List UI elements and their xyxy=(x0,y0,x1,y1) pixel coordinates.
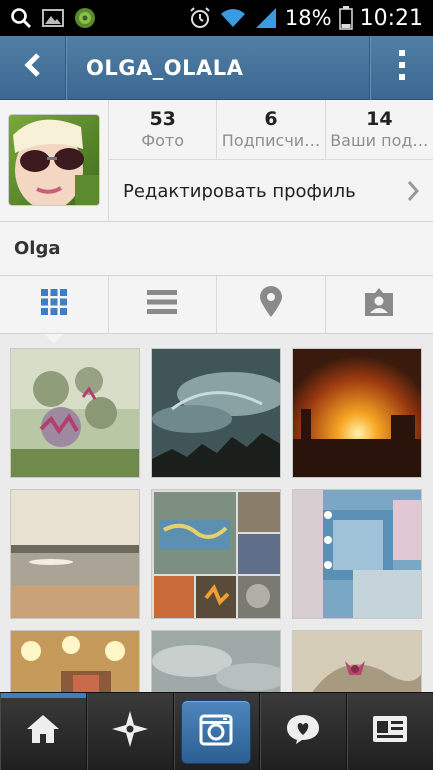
alarm-icon xyxy=(188,6,212,30)
photo-thumbnail-lake[interactable] xyxy=(10,489,140,619)
nav-camera[interactable] xyxy=(174,693,261,770)
nav-profile[interactable] xyxy=(347,693,433,770)
stat-following-count: 14 xyxy=(366,107,393,130)
photo-thumbnail-sunset[interactable] xyxy=(292,348,422,478)
bottom-navigation xyxy=(0,692,433,770)
battery-icon xyxy=(338,6,353,30)
battery-percent: 18% xyxy=(284,6,332,30)
photo-thumbnail-clouds[interactable] xyxy=(151,630,281,692)
edit-profile-button[interactable]: Редактировать профиль xyxy=(108,160,433,222)
home-icon xyxy=(26,714,60,749)
tab-tagged-photos[interactable] xyxy=(326,276,433,333)
grid-view-icon xyxy=(40,289,67,320)
stat-followers-count: 6 xyxy=(264,107,278,130)
stat-photos[interactable]: 53 Фото xyxy=(109,100,218,159)
tab-list-view[interactable] xyxy=(109,276,217,333)
profile-username-title: OLGA_OLALA xyxy=(86,55,244,80)
photo-thumbnail-mirror[interactable] xyxy=(292,489,422,619)
chevron-right-icon xyxy=(393,180,433,202)
stat-photos-label: Фото xyxy=(141,130,184,150)
camera-button[interactable] xyxy=(181,699,252,764)
tagged-photos-icon xyxy=(364,288,394,321)
title-bar: OLGA_OLALA xyxy=(0,35,433,100)
profile-card-icon xyxy=(372,715,408,748)
stat-followers-label: Подписчи… xyxy=(221,130,321,150)
overflow-menu-button[interactable] xyxy=(369,35,433,100)
photo-thumbnail-burdock[interactable] xyxy=(10,348,140,478)
search-icon xyxy=(10,7,32,29)
more-vertical-icon xyxy=(398,49,406,86)
instagram-profile-screen: 18% 10:21 OLGA_OLALA 53 Фото 6 Подписчи…… xyxy=(0,0,433,770)
photo-thumbnail-collage[interactable] xyxy=(151,489,281,619)
photo-thumbnail-cloudy-sky[interactable] xyxy=(151,348,281,478)
stat-followers[interactable]: 6 Подписчи… xyxy=(217,100,326,159)
profile-stats: 53 Фото 6 Подписчи… 14 Ваши под… xyxy=(108,100,433,160)
news-icon xyxy=(286,713,320,750)
photo-thumbnail-lights[interactable] xyxy=(10,630,140,692)
tab-grid-view[interactable] xyxy=(0,276,109,333)
photo-thumbnail-hair-bow[interactable] xyxy=(292,630,422,692)
explore-icon xyxy=(111,711,148,752)
image-icon xyxy=(42,8,64,28)
stat-following[interactable]: 14 Ваши под… xyxy=(326,100,433,159)
nav-explore[interactable] xyxy=(87,693,174,770)
nav-news[interactable] xyxy=(260,693,348,770)
clock-time: 10:21 xyxy=(359,5,423,31)
chevron-left-icon xyxy=(22,52,44,83)
profile-name-row: Olga xyxy=(0,222,433,276)
app-icon xyxy=(74,7,96,29)
signal-icon xyxy=(254,7,278,29)
nav-home[interactable] xyxy=(0,693,87,770)
profile-full-name: Olga xyxy=(14,238,61,259)
edit-profile-label: Редактировать профиль xyxy=(123,180,356,202)
camera-icon xyxy=(199,712,233,751)
photo-grid xyxy=(0,334,433,692)
map-pin-icon xyxy=(259,286,283,323)
back-button[interactable] xyxy=(0,35,66,100)
profile-header: 53 Фото 6 Подписчи… 14 Ваши под… Редакти… xyxy=(0,100,433,222)
status-bar: 18% 10:21 xyxy=(0,0,433,36)
active-tab-pointer xyxy=(44,334,64,343)
view-tabs xyxy=(0,276,433,334)
avatar[interactable] xyxy=(8,114,100,206)
stat-following-label: Ваши под… xyxy=(330,130,429,150)
wifi-icon xyxy=(219,7,247,29)
stat-photos-count: 53 xyxy=(149,107,176,130)
tab-map-view[interactable] xyxy=(217,276,326,333)
list-view-icon xyxy=(147,290,178,319)
